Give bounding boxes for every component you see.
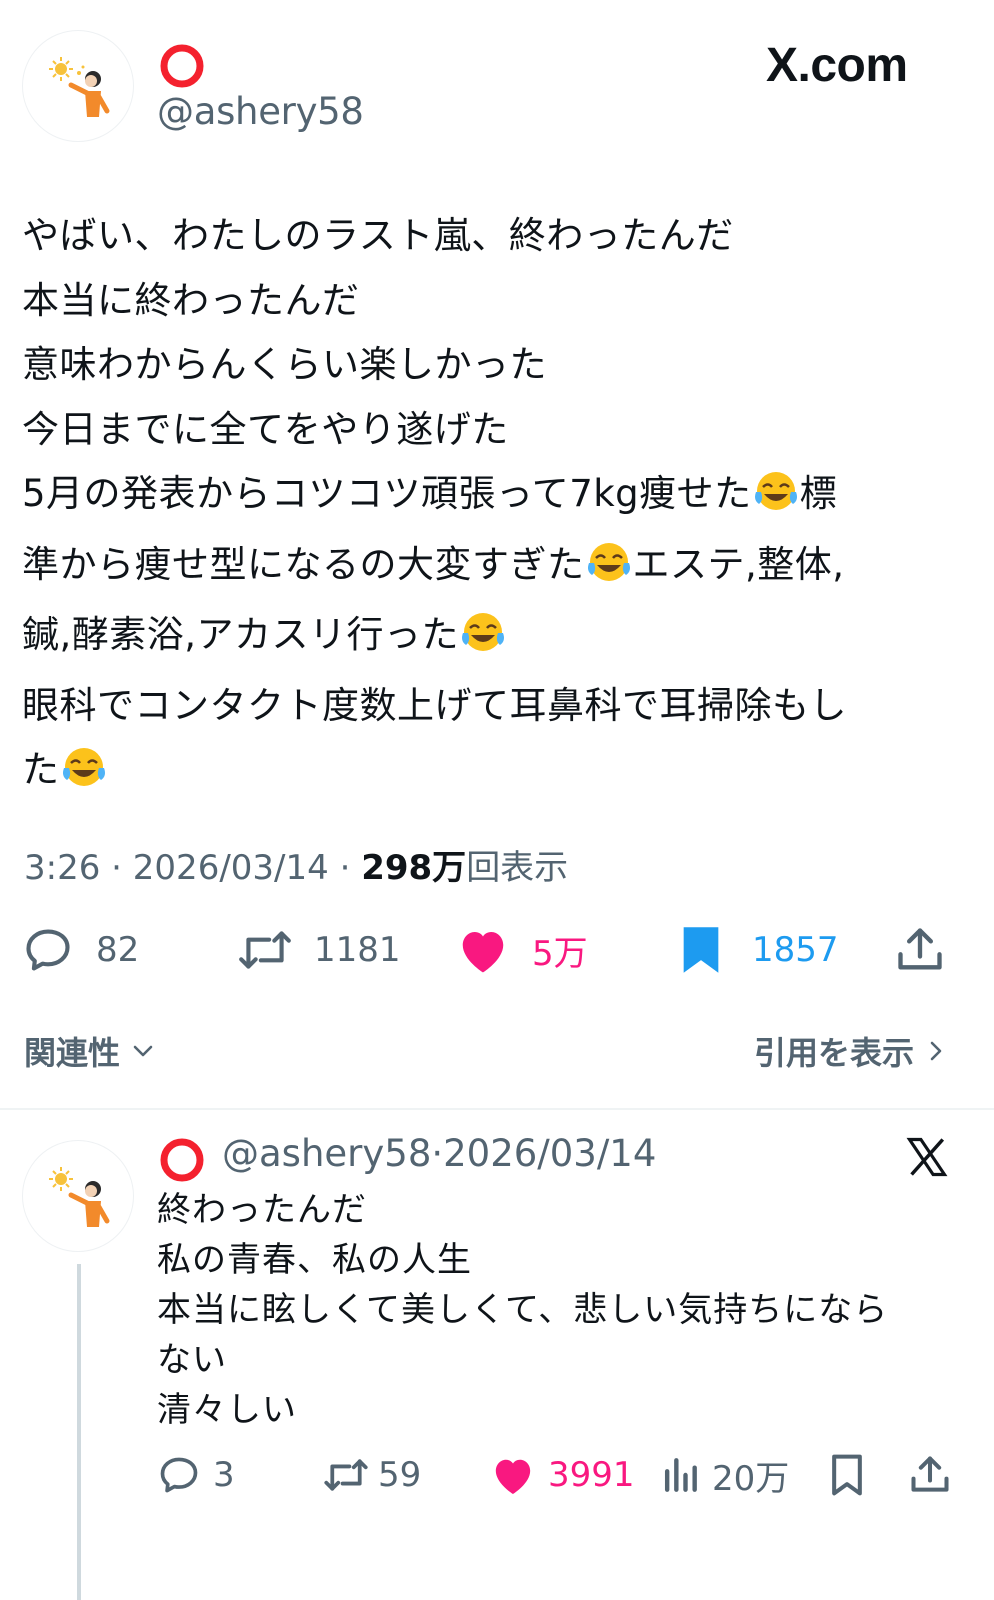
retweet-button[interactable]: 1181 (236, 920, 401, 980)
share-button[interactable] (894, 920, 946, 980)
reply-line: 私の青春、私の人生 (157, 1240, 472, 1280)
sort-dropdown[interactable]: 関連性 (24, 1028, 156, 1074)
retweet-icon (324, 1459, 368, 1491)
display-name-ring-icon[interactable] (157, 1135, 207, 1185)
reply-icon (26, 929, 70, 971)
reply-views-button[interactable]: 20万 (660, 1448, 789, 1502)
tweet-time[interactable]: 3:26 (24, 848, 100, 888)
tweet-line: 今日までに全てをやり遂げた (22, 407, 509, 451)
retweet-count: 1181 (314, 930, 401, 970)
reply-bookmark-button[interactable] (828, 1448, 866, 1502)
reply-line: 本当に眩しくて美しくて、悲しい気持ちになら (157, 1290, 889, 1330)
reply-line: 終わったんだ (157, 1190, 367, 1230)
reply-icon (160, 1457, 198, 1493)
view-quotes-link[interactable]: 引用を表示 (754, 1028, 946, 1074)
bookmark-button[interactable]: 1857 (678, 920, 839, 980)
reply-reply-count: 3 (213, 1455, 235, 1495)
heart-icon (495, 1459, 531, 1495)
tweet-date[interactable]: 2026/03/14 (133, 848, 329, 888)
view-quotes-label: 引用を表示 (753, 1034, 914, 1072)
tears-of-joy-emoji-icon (752, 468, 800, 533)
reply-views-count: 20万 (712, 1458, 790, 1499)
reply-line: 清々しい (157, 1390, 297, 1430)
sun-icon (49, 57, 73, 81)
x-logo-icon (906, 1137, 948, 1177)
tweet-line: 鍼,酵素浴,アカスリ行った (22, 613, 460, 656)
share-icon (911, 1456, 949, 1492)
like-count: 5万 (532, 933, 588, 974)
tweet-line: 眼科でコンタクト度数上げて耳鼻科で耳掃除もし (22, 683, 847, 727)
reply-retweet-count: 59 (378, 1455, 422, 1495)
views-icon (664, 1458, 697, 1492)
reply-like-button[interactable]: 3991 (490, 1448, 635, 1502)
tears-of-joy-emoji-icon (60, 744, 108, 809)
tears-of-joy-emoji-icon (585, 539, 633, 604)
sort-label: 関連性 (24, 1034, 121, 1072)
avatar-illustration (49, 57, 110, 117)
thread-line (77, 1264, 81, 1600)
reply-avatar[interactable] (22, 1140, 134, 1252)
retweet-icon (239, 931, 291, 969)
reply-handle[interactable]: @ashery58 (222, 1132, 431, 1175)
tweet-line: 本当に終わったんだ (22, 278, 360, 322)
reply-text: 終わったんだ 私の青春、私の人生 本当に眩しくて美しくて、悲しい気持ちになら な… (157, 1185, 957, 1435)
share-icon (898, 928, 942, 970)
reply-button[interactable]: 82 (22, 920, 139, 980)
heart-icon (462, 932, 504, 973)
reply-count: 82 (96, 930, 140, 970)
reply-line: ない (157, 1340, 227, 1380)
avatar[interactable] (22, 30, 134, 142)
views-count: 298万 (361, 848, 467, 888)
tweet-line: 標 (799, 472, 838, 515)
tweet-handle[interactable]: @ashery58 (157, 90, 364, 133)
reply-reply-button[interactable]: 3 (157, 1448, 235, 1502)
chevron-down-icon (133, 1045, 153, 1057)
reply-share-button[interactable] (908, 1448, 952, 1502)
site-badge: X.com (766, 39, 908, 92)
tweet-line: た (22, 748, 60, 791)
views-label: 回表示 (466, 848, 569, 888)
tweet-line: 意味わからんくらい楽しかった (22, 343, 547, 386)
bookmark-icon (683, 927, 719, 973)
avatar-illustration (49, 1167, 110, 1227)
tweet-line: エステ,整体, (632, 542, 845, 586)
tweet-meta: 3:26 · 2026/03/14 · 298万回表示 (24, 848, 569, 888)
reply-date[interactable]: 2026/03/14 (443, 1132, 656, 1175)
tweet-line: 5月の発表からコツコツ頑張って7kg痩せた (22, 472, 752, 515)
display-name-ring-icon[interactable] (157, 41, 207, 91)
bookmark-icon (832, 1454, 862, 1496)
reply-header: @ashery58·2026/03/14 (222, 1132, 657, 1175)
tears-of-joy-emoji-icon (459, 609, 507, 674)
chevron-right-icon (930, 1041, 942, 1061)
divider (0, 1108, 994, 1110)
bookmark-count: 1857 (752, 930, 839, 970)
tweet-text: やばい、わたしのラスト嵐、終わったんだ 本当に終わったんだ 意味わからんくらい楽… (22, 204, 972, 809)
like-button[interactable]: 5万 (456, 920, 588, 980)
tweet-line: やばい、わたしのラスト嵐、終わったんだ (22, 214, 734, 257)
tweet-line: 準から痩せ型になるの大変すぎた (22, 542, 585, 586)
reply-retweet-button[interactable]: 59 (322, 1448, 421, 1502)
reply-like-count: 3991 (548, 1455, 635, 1495)
sun-icon (49, 1167, 73, 1191)
